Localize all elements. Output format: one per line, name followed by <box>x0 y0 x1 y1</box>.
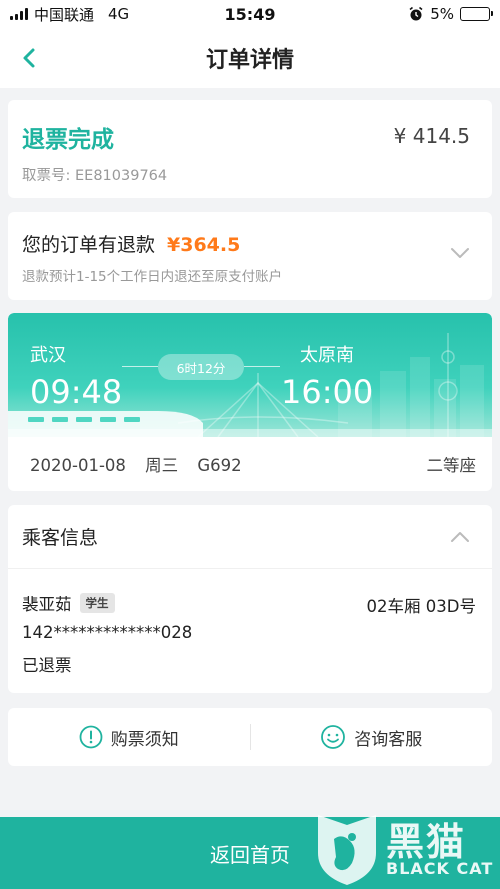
smiley-service-icon <box>321 725 346 749</box>
trip-info-row: 2020-01-08 周三 G692 二等座 <box>8 437 492 491</box>
battery-percent: 5% <box>430 5 454 23</box>
status-bar: 中国联通 4G 15:49 5% <box>0 0 500 28</box>
passenger-type-badge: 学生 <box>79 593 115 613</box>
ticket-notice-label: 购票须知 <box>110 729 179 750</box>
info-exclamation-icon <box>79 725 103 749</box>
train-number: G692 <box>197 456 242 475</box>
page-title: 订单详情 <box>205 48 294 73</box>
chevron-up-icon[interactable] <box>450 530 470 544</box>
passenger-section-title: 乘客信息 <box>22 527 99 549</box>
passenger-seat: 02车厢 03D号 <box>366 597 476 616</box>
arrival-time: 16:00 <box>281 373 374 411</box>
status-bar-left: 中国联通 4G <box>10 4 129 25</box>
refund-note: 退款预计1-15个工作日内退还至原支付账户 <box>22 269 283 285</box>
nav-bar: 订单详情 <box>0 28 500 88</box>
duration-line-right <box>244 366 280 367</box>
passenger-name: 裴亚茹 <box>22 595 72 614</box>
chevron-down-icon[interactable] <box>450 246 470 260</box>
trip-card: 武汉 太原南 09:48 16:00 6时12分 2020-01-08 周三 G… <box>8 313 492 491</box>
order-price: ¥ 414.5 <box>393 124 470 148</box>
return-home-button[interactable]: 返回首页 黑猫 BLACK CAT <box>0 815 500 889</box>
carrier-name: 中国联通 <box>34 5 95 24</box>
passenger-ticket-status: 已退票 <box>22 656 72 675</box>
actions-card: 购票须知 咨询客服 <box>8 708 492 766</box>
refund-card[interactable]: 您的订单有退款 ¥364.5 退款预计1-15个工作日内退还至原支付账户 <box>8 212 492 300</box>
duration-line-left <box>122 366 158 367</box>
customer-service-label: 咨询客服 <box>354 729 423 750</box>
customer-service-button[interactable]: 咨询客服 <box>251 724 493 750</box>
refund-amount: ¥364.5 <box>167 234 241 256</box>
arrival-station: 太原南 <box>300 345 354 366</box>
passenger-id-number: 142*************028 <box>22 623 193 642</box>
departure-time: 09:48 <box>30 373 123 411</box>
trip-date: 2020-01-08 <box>30 456 126 475</box>
departure-station: 武汉 <box>30 345 66 366</box>
watermark-en-text: BLACK CAT <box>386 859 494 878</box>
status-bar-right: 5% <box>408 5 493 23</box>
signal-icon <box>10 8 28 20</box>
watermark-cn-text: 黑猫 <box>386 820 467 864</box>
alarm-icon <box>409 6 423 21</box>
network-type: 4G <box>108 5 130 23</box>
trip-weekday: 周三 <box>145 456 179 475</box>
black-cat-logo-icon <box>318 815 376 885</box>
passenger-section-header[interactable]: 乘客信息 <box>8 505 492 569</box>
refund-title: 您的订单有退款 <box>22 234 156 256</box>
ticket-number: 取票号: EE81039764 <box>22 168 168 184</box>
return-home-label: 返回首页 <box>210 842 290 867</box>
ticket-notice-button[interactable]: 购票须知 <box>8 725 250 750</box>
trip-banner: 武汉 太原南 09:48 16:00 6时12分 <box>8 313 492 437</box>
trip-duration: 6时12分 <box>158 354 244 380</box>
black-cat-watermark: 黑猫 BLACK CAT <box>312 809 494 887</box>
status-time: 15:49 <box>224 4 276 24</box>
back-arrow-icon[interactable] <box>16 44 44 72</box>
battery-icon <box>460 7 493 21</box>
passenger-item: 裴亚茹 学生 02车厢 03D号 142*************028 已退票 <box>8 569 492 676</box>
order-status-card: 退票完成 取票号: EE81039764 ¥ 414.5 <box>8 100 492 198</box>
passenger-card: 乘客信息 裴亚茹 学生 02车厢 03D号 142*************02… <box>8 505 492 693</box>
seat-class: 二等座 <box>426 456 477 475</box>
